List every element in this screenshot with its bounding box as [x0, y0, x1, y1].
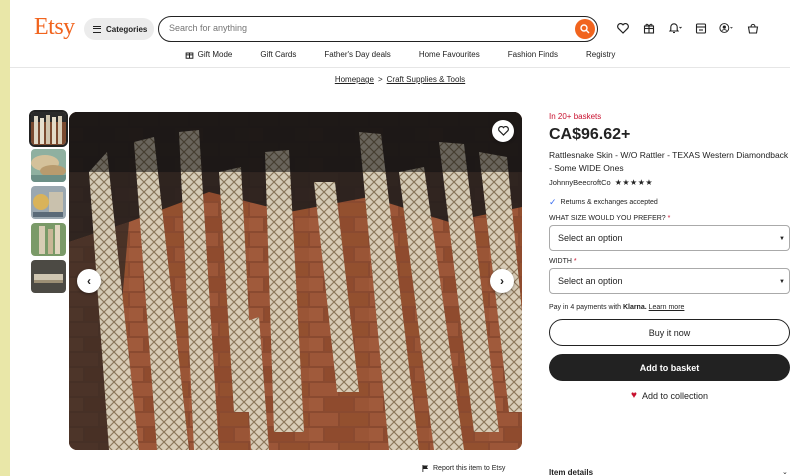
- next-image-button[interactable]: ›: [490, 269, 514, 293]
- chevron-down-icon: ▼: [779, 279, 785, 285]
- heart-outline-icon: [497, 126, 509, 136]
- size-label: What size would you prefer? *: [549, 215, 790, 222]
- buy-it-now-button[interactable]: Buy it now: [549, 319, 790, 346]
- thumbnail-5[interactable]: [31, 260, 66, 293]
- header-icons: [615, 19, 761, 37]
- check-icon: ✓: [549, 197, 557, 207]
- item-details-header[interactable]: Item details: [549, 468, 593, 476]
- previous-image-button[interactable]: ‹: [77, 269, 101, 293]
- gift-icon[interactable]: [641, 19, 657, 37]
- nav-label: Fashion Finds: [507, 50, 558, 59]
- nav-label: Father's Day deals: [324, 50, 391, 59]
- add-to-basket-button[interactable]: Add to basket: [549, 354, 790, 381]
- breadcrumb: Homepage > Craft Supplies & Tools: [10, 75, 790, 84]
- chevron-down-icon[interactable]: ⌄: [782, 468, 788, 476]
- category-nav: Gift Mode Gift Cards Father's Day deals …: [10, 50, 790, 59]
- breadcrumb-separator: >: [377, 75, 383, 84]
- site-header: Etsy Categories Search for anything Gift…: [10, 0, 790, 68]
- notifications-icon[interactable]: [667, 19, 683, 37]
- gift-icon: [185, 52, 194, 59]
- thumbnail-3[interactable]: [31, 186, 66, 219]
- chevron-down-icon: ▼: [779, 236, 785, 242]
- add-to-collection-label: Add to collection: [641, 390, 708, 401]
- nav-label: Registry: [585, 50, 616, 59]
- width-label-text: Width: [549, 258, 572, 265]
- size-select[interactable]: Select an option ▼: [549, 225, 790, 251]
- nav-item-home-favourites[interactable]: Home Favourites: [419, 50, 480, 59]
- thumbnail-1[interactable]: [29, 110, 68, 147]
- etsy-product-page: Etsy Categories Search for anything Gift…: [10, 0, 790, 476]
- buy-box: In 20+ baskets CA$96.62+ Rattlesnake Ski…: [549, 112, 790, 401]
- basket-count-badge: In 20+ baskets: [549, 112, 602, 121]
- star-rating: ★★★★★: [614, 178, 654, 187]
- search-bar: [158, 16, 598, 42]
- rattlesnake-skins-photo: [69, 112, 522, 450]
- klarna-brand: Klarna.: [622, 304, 647, 311]
- product-image: ‹ ›: [69, 112, 522, 450]
- chevron-right-icon: ›: [500, 274, 504, 288]
- account-icon[interactable]: [719, 19, 735, 37]
- nav-item-registry[interactable]: Registry: [586, 50, 615, 59]
- returns-info: ✓ Returns & exchanges accepted: [549, 197, 790, 208]
- shop-name-link[interactable]: JohnnyBeecroftCo: [549, 178, 611, 187]
- nav-item-fathers-day[interactable]: Father's Day deals: [324, 50, 390, 59]
- nav-item-gift-cards[interactable]: Gift Cards: [260, 50, 296, 59]
- search-input[interactable]: [169, 23, 549, 33]
- favourites-icon[interactable]: [615, 19, 631, 37]
- menu-icon: [93, 25, 101, 33]
- nav-label: Gift Cards: [260, 50, 297, 59]
- registry-icon[interactable]: [693, 19, 709, 37]
- pay-text: Pay in 4 payments with: [549, 304, 621, 311]
- thumbnail-4[interactable]: [31, 223, 66, 256]
- thumbnail-strip: [29, 110, 68, 297]
- categories-label: Categories: [106, 24, 148, 34]
- favourite-button[interactable]: [492, 120, 514, 142]
- product-title: Rattlesnake Skin - W/O Rattler - TEXAS W…: [549, 150, 789, 173]
- shop-info: JohnnyBeecroftCo ★★★★★: [549, 178, 790, 187]
- search-icon: [580, 24, 590, 34]
- report-label: Report this item to Etsy: [433, 465, 506, 472]
- basket-icon[interactable]: [745, 19, 761, 37]
- chevron-left-icon: ‹: [87, 274, 91, 288]
- nav-item-gift-mode[interactable]: Gift Mode: [185, 50, 233, 59]
- breadcrumb-link-craft-supplies[interactable]: Craft Supplies & Tools: [387, 75, 466, 84]
- required-marker: *: [667, 215, 671, 222]
- search-button[interactable]: [575, 19, 595, 39]
- width-label: Width *: [549, 258, 790, 265]
- size-select-value: Select an option: [558, 233, 623, 243]
- thumbnail-2[interactable]: [31, 149, 66, 182]
- categories-button[interactable]: Categories: [84, 18, 154, 40]
- breadcrumb-link-homepage[interactable]: Homepage: [335, 75, 374, 84]
- nav-label: Gift Mode: [197, 50, 233, 59]
- flag-icon: [422, 465, 429, 472]
- required-marker: *: [573, 258, 577, 265]
- returns-label: Returns & exchanges accepted: [560, 199, 658, 206]
- klarna-info: Pay in 4 payments with Klarna. Learn mor…: [549, 304, 790, 311]
- learn-more-link[interactable]: Learn more: [649, 304, 685, 311]
- width-select-value: Select an option: [558, 276, 623, 286]
- heart-icon: ♥: [631, 390, 637, 401]
- nav-label: Home Favourites: [418, 50, 480, 59]
- etsy-logo[interactable]: Etsy: [34, 14, 75, 41]
- nav-item-fashion-finds[interactable]: Fashion Finds: [508, 50, 558, 59]
- width-select[interactable]: Select an option ▼: [549, 268, 790, 294]
- size-label-text: What size would you prefer?: [549, 215, 666, 222]
- price: CA$96.62+: [549, 126, 631, 143]
- report-item-link[interactable]: Report this item to Etsy: [422, 465, 505, 472]
- add-to-collection-button[interactable]: ♥ Add to collection: [549, 390, 790, 401]
